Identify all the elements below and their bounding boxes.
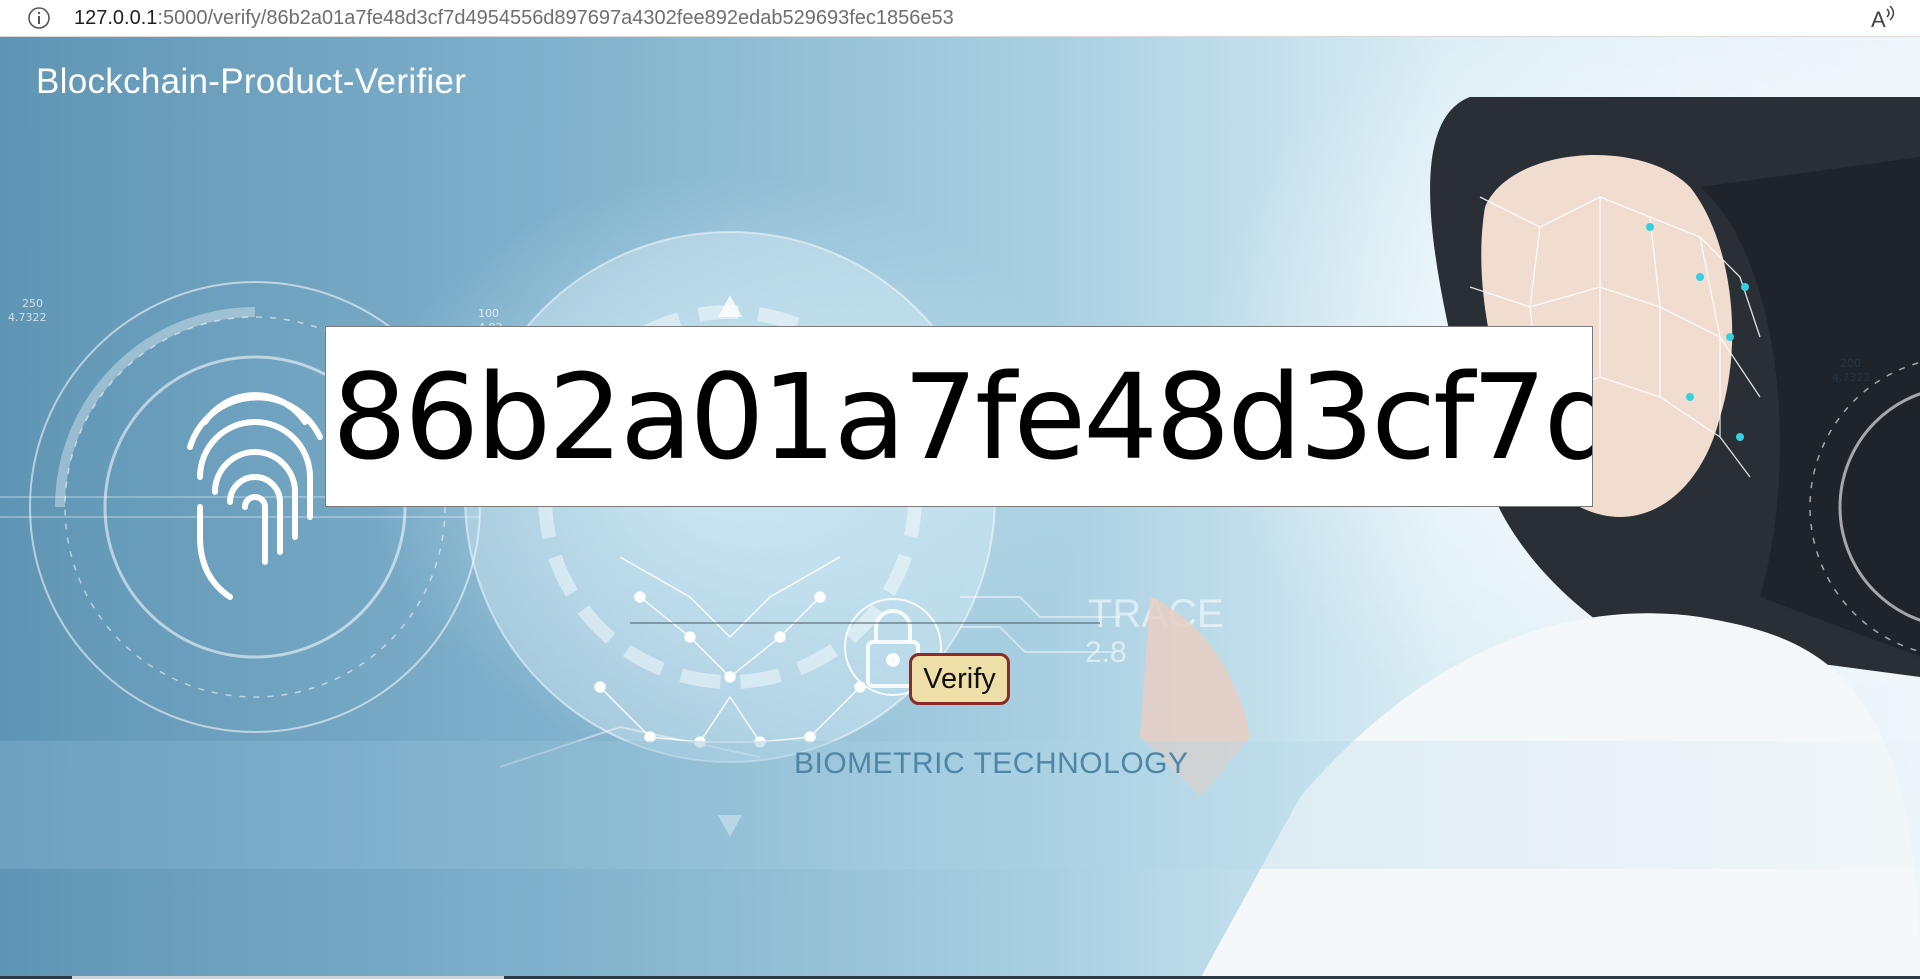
brand-title[interactable]: Blockchain-Product-Verifier [36, 62, 466, 102]
verify-button[interactable]: Verify [909, 653, 1010, 705]
hash-input-box[interactable] [325, 326, 1593, 507]
svg-text:250: 250 [22, 297, 43, 310]
url-path: :5000/verify/86b2a01a7fe48d3cf7d4954556d… [157, 7, 954, 29]
svg-text:4.7322: 4.7322 [8, 311, 47, 324]
svg-text:200: 200 [1840, 357, 1861, 370]
svg-text:A: A [1871, 7, 1886, 32]
svg-text:4.7322: 4.7322 [1832, 371, 1871, 384]
read-aloud-icon[interactable]: A [1868, 3, 1898, 33]
hash-input[interactable] [326, 327, 1592, 506]
svg-text:2.8: 2.8 [1085, 636, 1127, 669]
hero-page: 250 4.7322 100 4.82 [0, 37, 1920, 979]
url-field[interactable]: 127.0.0.1:5000/verify/86b2a01a7fe48d3cf7… [74, 5, 954, 31]
band-caption: BIOMETRIC TECHNOLOGY [794, 747, 1189, 780]
input-underline [630, 622, 1100, 624]
browser-address-bar: 127.0.0.1:5000/verify/86b2a01a7fe48d3cf7… [0, 0, 1920, 37]
svg-text:100: 100 [478, 307, 499, 320]
fingerprint-icon [187, 392, 323, 600]
url-host: 127.0.0.1 [74, 7, 158, 29]
info-circle-icon[interactable] [27, 6, 51, 30]
